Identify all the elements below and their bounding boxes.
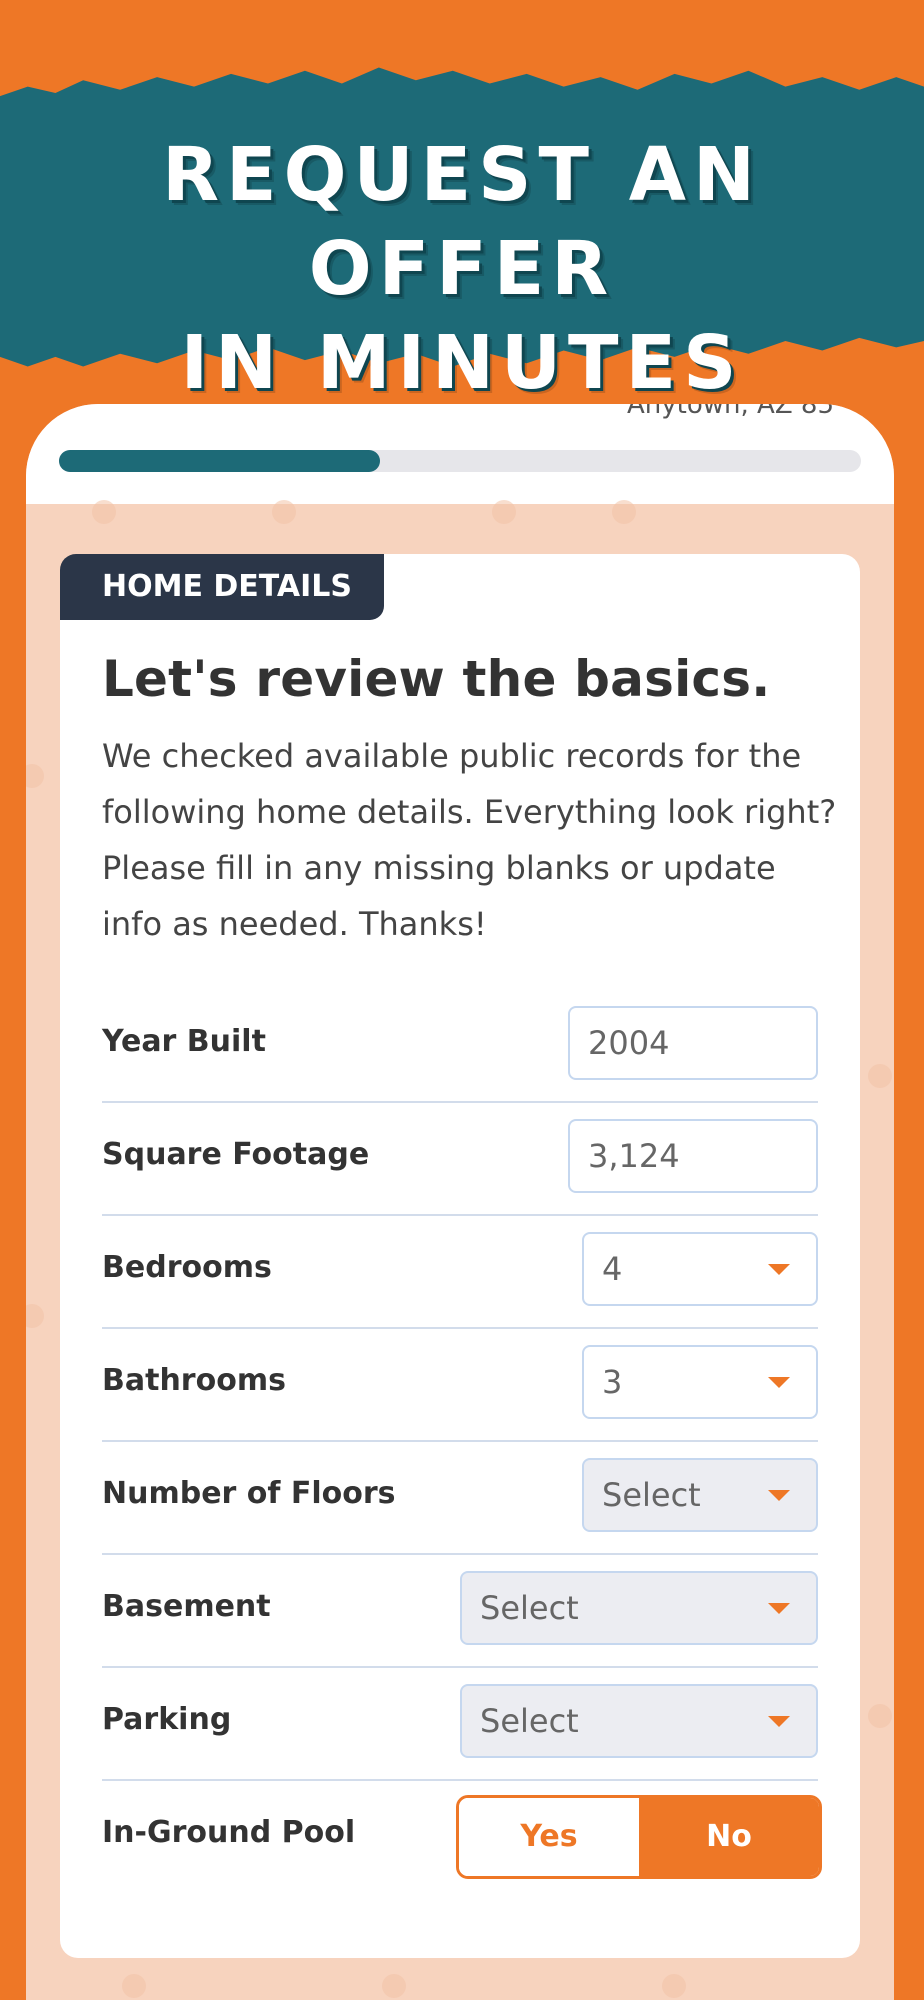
square-footage-input[interactable]: 3,124 <box>568 1119 818 1193</box>
progress-bar <box>59 450 861 472</box>
background-dot <box>272 500 296 524</box>
parking-select[interactable]: Select <box>460 1684 818 1758</box>
card-header: Anytown, AZ 85 <box>26 404 894 504</box>
background-dot <box>92 500 116 524</box>
chevron-down-icon <box>768 1264 790 1275</box>
bedrooms-value: 4 <box>602 1250 623 1288</box>
bathrooms-select[interactable]: 3 <box>582 1345 818 1419</box>
year-built-input[interactable]: 2004 <box>568 1006 818 1080</box>
background-dot <box>612 500 636 524</box>
bedrooms-select[interactable]: 4 <box>582 1232 818 1306</box>
row-bedrooms: Bedrooms 4 <box>102 1216 818 1329</box>
background-dot <box>26 764 44 788</box>
row-year-built: Year Built 2004 <box>102 990 818 1103</box>
year-built-label: Year Built <box>102 1024 266 1059</box>
chevron-down-icon <box>768 1716 790 1727</box>
banner-title-line-1: Request an offer <box>162 132 762 312</box>
bathrooms-label: Bathrooms <box>102 1363 286 1398</box>
page: Request an offer in minutes Anytown, AZ … <box>0 0 924 2000</box>
bedrooms-label: Bedrooms <box>102 1250 272 1285</box>
background-dot <box>868 1064 892 1088</box>
number-of-floors-select[interactable]: Select <box>582 1458 818 1532</box>
background-dot <box>492 500 516 524</box>
chevron-down-icon <box>768 1377 790 1388</box>
home-details-form: HOME DETAILS Let's review the basics. We… <box>60 554 860 1958</box>
form-heading: Let's review the basics. <box>102 650 771 708</box>
background-dot <box>662 1974 686 1998</box>
background-dot <box>122 1974 146 1998</box>
form-intro: We checked available public records for … <box>102 737 837 943</box>
progress-bar-fill <box>59 450 380 472</box>
in-ground-pool-label: In-Ground Pool <box>102 1815 356 1850</box>
row-square-footage: Square Footage 3,124 <box>102 1103 818 1216</box>
section-tag: HOME DETAILS <box>60 554 384 620</box>
row-bathrooms: Bathrooms 3 <box>102 1329 818 1442</box>
row-parking: Parking Select <box>102 1668 818 1781</box>
parking-value: Select <box>480 1702 579 1740</box>
parking-label: Parking <box>102 1702 232 1737</box>
bathrooms-value: 3 <box>602 1363 623 1401</box>
banner-title: Request an offer in minutes <box>0 128 924 410</box>
row-basement: Basement Select <box>102 1555 818 1668</box>
banner-title-line-2: in minutes <box>180 320 744 406</box>
background-dot <box>382 1974 406 1998</box>
basement-value: Select <box>480 1589 579 1627</box>
pool-toggle: Yes No <box>456 1795 822 1879</box>
basement-label: Basement <box>102 1589 271 1624</box>
row-in-ground-pool: In-Ground Pool Yes No <box>102 1781 822 1894</box>
square-footage-label: Square Footage <box>102 1137 370 1172</box>
chevron-down-icon <box>768 1490 790 1501</box>
background-dot <box>868 1704 892 1728</box>
pool-no-button[interactable]: No <box>639 1798 819 1876</box>
basement-select[interactable]: Select <box>460 1571 818 1645</box>
row-number-of-floors: Number of Floors Select <box>102 1442 818 1555</box>
number-of-floors-value: Select <box>602 1476 701 1514</box>
background-dot <box>26 1304 44 1328</box>
address-text: Anytown, AZ 85 <box>627 404 834 420</box>
chevron-down-icon <box>768 1603 790 1614</box>
pool-yes-button[interactable]: Yes <box>459 1798 639 1876</box>
number-of-floors-label: Number of Floors <box>102 1476 396 1511</box>
